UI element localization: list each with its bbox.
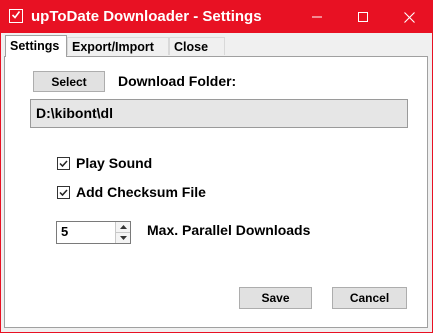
maximize-icon <box>358 12 368 22</box>
play-sound-label: Play Sound <box>76 155 153 171</box>
parallel-downloads-label: Max. Parallel Downloads <box>147 222 311 238</box>
stepper-buttons <box>115 222 130 243</box>
download-folder-label: Download Folder: <box>118 73 237 89</box>
play-sound-checkbox[interactable] <box>57 156 70 170</box>
minimize-icon <box>312 16 322 18</box>
add-checksum-checkbox[interactable] <box>57 185 70 199</box>
title-bar[interactable]: upToDate Downloader - Settings <box>1 1 432 33</box>
settings-panel: Select Download Folder: D:\kibont\dl Pla… <box>4 56 428 328</box>
chevron-up-icon <box>119 225 127 229</box>
cancel-button[interactable]: Cancel <box>332 287 407 309</box>
add-checksum-option[interactable]: Add Checksum File <box>57 184 206 200</box>
close-icon <box>403 11 415 23</box>
window-title: upToDate Downloader - Settings <box>31 8 262 25</box>
checkbox-app-icon <box>9 9 23 23</box>
tab-strip: Settings Export/Import Close <box>3 35 430 57</box>
close-window-button[interactable] <box>386 1 432 33</box>
tab-close[interactable]: Close <box>169 37 225 55</box>
save-button[interactable]: Save <box>239 287 312 309</box>
checkmark-icon <box>59 159 68 167</box>
maximize-button[interactable] <box>340 1 386 33</box>
parallel-downloads-stepper[interactable]: 5 <box>56 221 131 244</box>
select-folder-button[interactable]: Select <box>33 71 105 92</box>
parallel-downloads-value[interactable]: 5 <box>61 224 68 239</box>
settings-window: upToDate Downloader - Settings Settings … <box>0 0 433 333</box>
stepper-down-button[interactable] <box>116 233 130 243</box>
checkmark-icon <box>59 188 68 196</box>
tab-settings[interactable]: Settings <box>5 35 67 57</box>
chevron-down-icon <box>119 236 127 240</box>
add-checksum-label: Add Checksum File <box>76 184 206 200</box>
minimize-button[interactable] <box>294 1 340 33</box>
play-sound-option[interactable]: Play Sound <box>57 155 152 171</box>
tab-export-import[interactable]: Export/Import <box>67 37 169 55</box>
download-folder-path: D:\kibont\dl <box>30 99 408 128</box>
stepper-up-button[interactable] <box>116 222 130 233</box>
